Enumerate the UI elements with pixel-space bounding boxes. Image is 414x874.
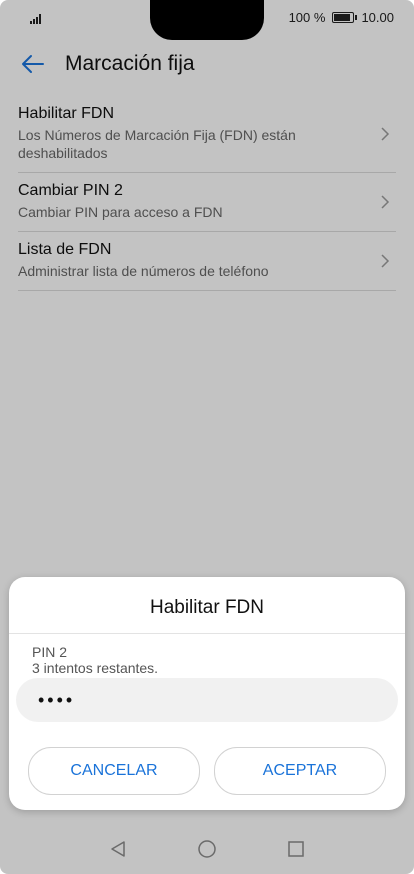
back-triangle-icon[interactable] — [109, 840, 127, 858]
clock: 10.00 — [361, 10, 394, 25]
back-button[interactable] — [18, 49, 48, 79]
battery-percent: 100 % — [288, 10, 326, 25]
dialog-divider — [9, 633, 405, 634]
app-bar: Marcación fija — [0, 40, 414, 88]
chevron-right-icon — [381, 254, 390, 268]
attempts-remaining: 3 intentos restantes. — [32, 660, 159, 676]
pin-dialog: Habilitar FDN PIN 2 3 intentos restantes… — [9, 577, 405, 810]
recents-square-icon[interactable] — [287, 840, 305, 858]
list-item-title: Habilitar FDN — [18, 105, 115, 122]
accept-button[interactable]: ACEPTAR — [214, 747, 386, 795]
phone-screen: 100 % 10.00 Marcación fija Habilitar FDN… — [0, 0, 414, 874]
battery-icon — [332, 12, 358, 23]
list-item-subtitle: Cambiar PIN para acceso a FDN — [18, 204, 223, 220]
list-item-title: Lista de FDN — [18, 241, 112, 258]
arrow-left-icon — [22, 55, 44, 73]
signal-icon — [30, 14, 41, 24]
page-title: Marcación fija — [65, 52, 195, 75]
status-right: 100 % 10.00 — [289, 10, 394, 25]
list-item-subtitle: Administrar lista de números de teléfono — [18, 263, 269, 279]
list-item-subtitle: Los Números de Marcación Fija (FDN) está… — [18, 127, 296, 161]
cancel-button[interactable]: CANCELAR — [28, 747, 200, 795]
home-circle-icon[interactable] — [197, 839, 217, 859]
dialog-title: Habilitar FDN — [149, 597, 265, 618]
list-item-title: Cambiar PIN 2 — [18, 182, 123, 199]
pin-label: PIN 2 — [32, 644, 68, 660]
notch — [150, 0, 264, 40]
list-item-lista-fdn[interactable]: Lista de FDN Administrar lista de número… — [18, 232, 396, 291]
pin-input[interactable]: •••• — [16, 678, 398, 722]
list-item-habilitar-fdn[interactable]: Habilitar FDN Los Números de Marcación F… — [18, 96, 396, 173]
pin-label-block: PIN 2 3 intentos restantes. — [32, 644, 158, 676]
chevron-right-icon — [381, 127, 390, 141]
chevron-right-icon — [381, 195, 390, 209]
list-item-cambiar-pin2[interactable]: Cambiar PIN 2 Cambiar PIN para acceso a … — [18, 173, 396, 232]
nav-bar — [0, 824, 414, 874]
settings-list: Habilitar FDN Los Números de Marcación F… — [18, 96, 396, 291]
